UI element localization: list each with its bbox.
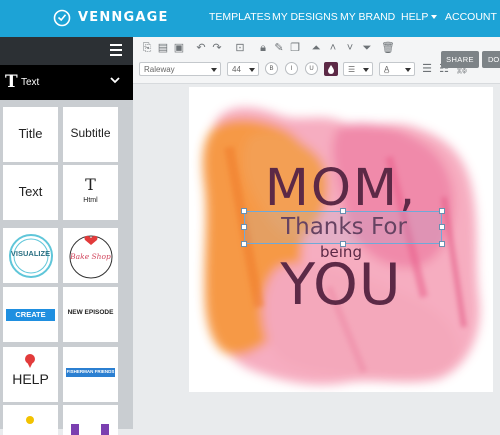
resize-handle-bottom[interactable]: [340, 241, 346, 247]
nav-help-label: HELP: [401, 11, 428, 23]
bulleted-list-icon[interactable]: ☰: [421, 63, 433, 75]
nav-account[interactable]: ACCOUNT: [445, 11, 500, 23]
bring-to-front-icon[interactable]: ⏶: [310, 42, 322, 54]
text-tile-partial[interactable]: [3, 405, 58, 435]
color-drop-icon: [324, 62, 338, 76]
tile-label: Bake Shop: [63, 252, 118, 261]
left-sidebar: T Text Title Subtitle Text T Html VISUAL…: [0, 37, 133, 429]
pin-icon: [23, 353, 37, 369]
bulb-icon: [25, 415, 35, 425]
lock-icon[interactable]: 🔒︎: [257, 42, 269, 54]
nav-my-designs[interactable]: MY DESIGNS: [272, 11, 338, 23]
bring-forward-icon[interactable]: ˄: [327, 42, 339, 54]
menu-icon[interactable]: [110, 44, 122, 56]
chevron-down-icon: [211, 68, 217, 72]
headline-you[interactable]: YOU: [189, 252, 493, 318]
send-to-back-icon[interactable]: ⏷: [361, 42, 373, 54]
chevron-down-icon: [110, 75, 120, 85]
tile-label: CREATE: [3, 310, 58, 319]
block-graphic: [71, 424, 79, 435]
image-icon[interactable]: ▣: [173, 42, 185, 54]
download-button[interactable]: DO: [482, 51, 500, 68]
edit-icon[interactable]: ✎: [273, 42, 285, 54]
group-icon[interactable]: ⊡: [234, 42, 246, 54]
text-tile-subtitle[interactable]: Subtitle: [63, 107, 118, 162]
resize-handle-top-right[interactable]: [439, 208, 445, 214]
chevron-down-icon: [249, 68, 255, 72]
top-navigation-bar: VENNGAGE TEMPLATES MY DESIGNS MY BRAND H…: [0, 0, 500, 37]
resize-handle-bottom-right[interactable]: [439, 241, 445, 247]
text-tile-help[interactable]: HELP: [3, 347, 58, 402]
nav-templates[interactable]: TEMPLATES: [209, 11, 271, 23]
redo-icon[interactable]: ↷: [211, 42, 223, 54]
tile-label: Text: [3, 184, 58, 199]
text-tile-html[interactable]: T Html: [63, 165, 118, 220]
text-tile-create[interactable]: CREATE: [3, 287, 58, 342]
letter-spacing-select[interactable]: A̲: [379, 62, 415, 76]
tile-label: Subtitle: [63, 126, 118, 140]
nav-my-brand[interactable]: MY BRAND: [340, 11, 395, 23]
block-graphic: [101, 424, 109, 435]
font-size-value: 44: [232, 65, 241, 74]
bold-button[interactable]: B: [265, 62, 278, 75]
tile-label: VISUALIZE: [3, 249, 58, 258]
share-button[interactable]: SHARE: [441, 51, 479, 68]
selection-box[interactable]: [244, 211, 442, 244]
duplicate-icon[interactable]: ❐: [289, 42, 301, 54]
chevron-down-icon: [431, 15, 437, 19]
tile-label: FISHERMAN FRIENDS: [63, 369, 118, 374]
resize-handle-top[interactable]: [340, 208, 346, 214]
align-center-icon: ☰: [348, 65, 355, 74]
sidebar-header: [0, 37, 133, 65]
text-tile-text[interactable]: Text: [3, 165, 58, 220]
tile-label: NEW EPISODE: [63, 309, 118, 316]
letter-spacing-icon: A̲: [384, 65, 389, 74]
text-tile-new-episode[interactable]: NEW EPISODE: [63, 287, 118, 342]
tile-label: Title: [3, 126, 58, 141]
font-family-select[interactable]: Raleway: [139, 62, 221, 76]
category-selector[interactable]: T Text: [0, 65, 133, 100]
send-backward-icon[interactable]: ˅: [344, 42, 356, 54]
paint-format-icon[interactable]: ⎘: [141, 42, 153, 54]
nav-help[interactable]: HELP: [401, 11, 437, 23]
resize-handle-right[interactable]: [439, 224, 445, 230]
text-color-swatch[interactable]: [324, 62, 338, 76]
font-size-select[interactable]: 44: [227, 62, 259, 76]
text-tile-bake-shop[interactable]: Bake Shop: [63, 228, 118, 283]
tile-label: HELP: [3, 371, 58, 387]
trash-icon[interactable]: 🗑︎: [381, 42, 393, 54]
italic-button[interactable]: I: [285, 62, 298, 75]
resize-handle-top-left[interactable]: [241, 208, 247, 214]
chevron-down-icon: [363, 68, 369, 72]
resize-handle-bottom-left[interactable]: [241, 241, 247, 247]
text-align-select[interactable]: ☰: [343, 62, 373, 76]
align-icon[interactable]: ▤: [157, 42, 169, 54]
text-category-icon: T: [5, 72, 18, 92]
undo-icon[interactable]: ↶: [195, 42, 207, 54]
chevron-down-icon: [405, 68, 411, 72]
font-family-value: Raleway: [144, 65, 175, 74]
tile-label: T: [63, 175, 118, 194]
text-tile-visualize[interactable]: VISUALIZE: [3, 228, 58, 283]
resize-handle-left[interactable]: [241, 224, 247, 230]
text-tile-fisherman[interactable]: FISHERMAN FRIENDS: [63, 347, 118, 402]
text-tile-title[interactable]: Title: [3, 107, 58, 162]
category-label: Text: [21, 77, 39, 88]
underline-button[interactable]: U: [305, 62, 318, 75]
text-tile-partial[interactable]: [63, 405, 118, 435]
tile-sublabel: Html: [63, 197, 118, 204]
nav-account-label: ACCOUNT: [445, 11, 497, 23]
